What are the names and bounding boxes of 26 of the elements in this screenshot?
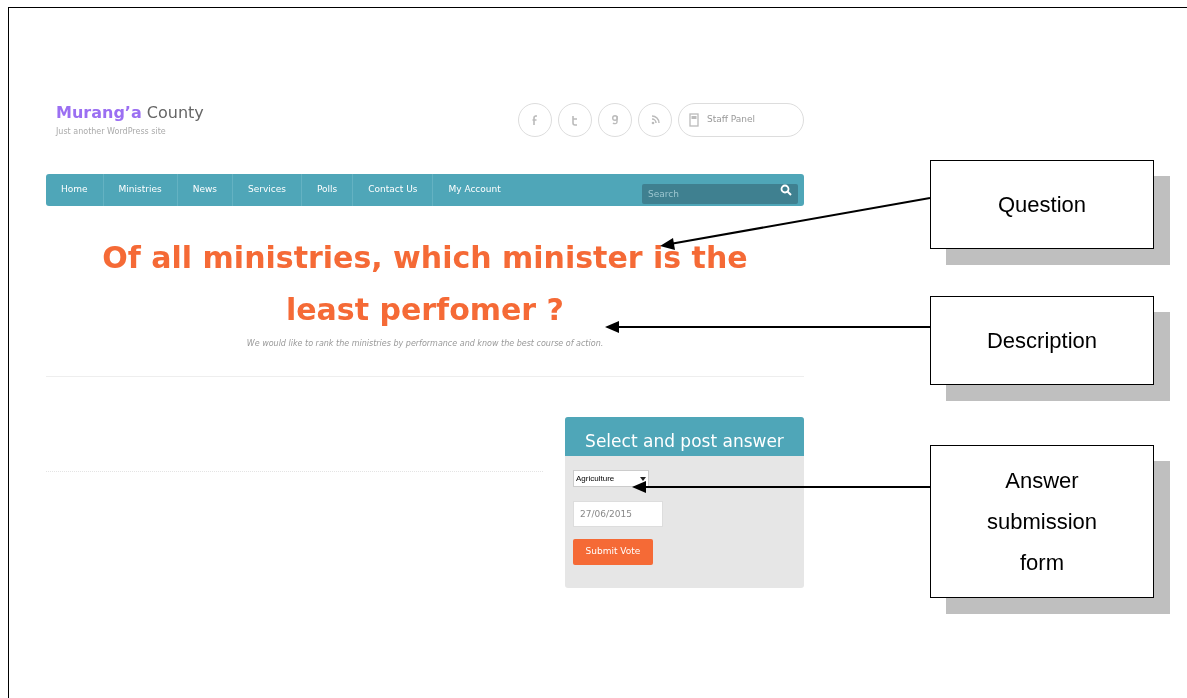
- twitter-icon: [572, 114, 578, 126]
- facebook-icon: [532, 114, 538, 126]
- google-icon: [612, 115, 618, 125]
- search-icon[interactable]: [780, 184, 792, 196]
- search-field[interactable]: Search: [642, 184, 798, 204]
- nav-link[interactable]: Services: [232, 174, 301, 206]
- phone-icon: [689, 113, 699, 127]
- poll-question: Of all ministries, which minister is the least perfomer ?: [101, 239, 749, 329]
- nav-link[interactable]: Home: [46, 174, 103, 206]
- poll-description: We would like to rank the ministries by performance and know the best course of action.: [246, 338, 604, 350]
- nav-link[interactable]: My Account: [432, 174, 516, 206]
- site-name[interactable]: County: [146, 103, 204, 122]
- site-tagline: Just another WordPress site: [56, 126, 167, 138]
- date-field[interactable]: 27/06/2015: [573, 501, 663, 527]
- callout-label: Description: [985, 327, 1098, 355]
- nav-link[interactable]: Polls: [301, 174, 353, 206]
- nav-link[interactable]: News: [176, 174, 233, 206]
- ministry-select[interactable]: Agriculture: [573, 470, 649, 487]
- callout-label: Answer submission form: [985, 467, 1098, 577]
- nav-link[interactable]: Contact Us: [352, 174, 433, 206]
- submit-vote-button[interactable]: Submit Vote: [573, 539, 653, 565]
- site-name[interactable]: Murang’a: [56, 103, 142, 122]
- nav-link[interactable]: Ministries: [102, 174, 177, 206]
- rss-icon: [650, 115, 660, 125]
- panel-title: Select and post answer: [565, 417, 804, 456]
- callout-label: Question: [996, 191, 1088, 219]
